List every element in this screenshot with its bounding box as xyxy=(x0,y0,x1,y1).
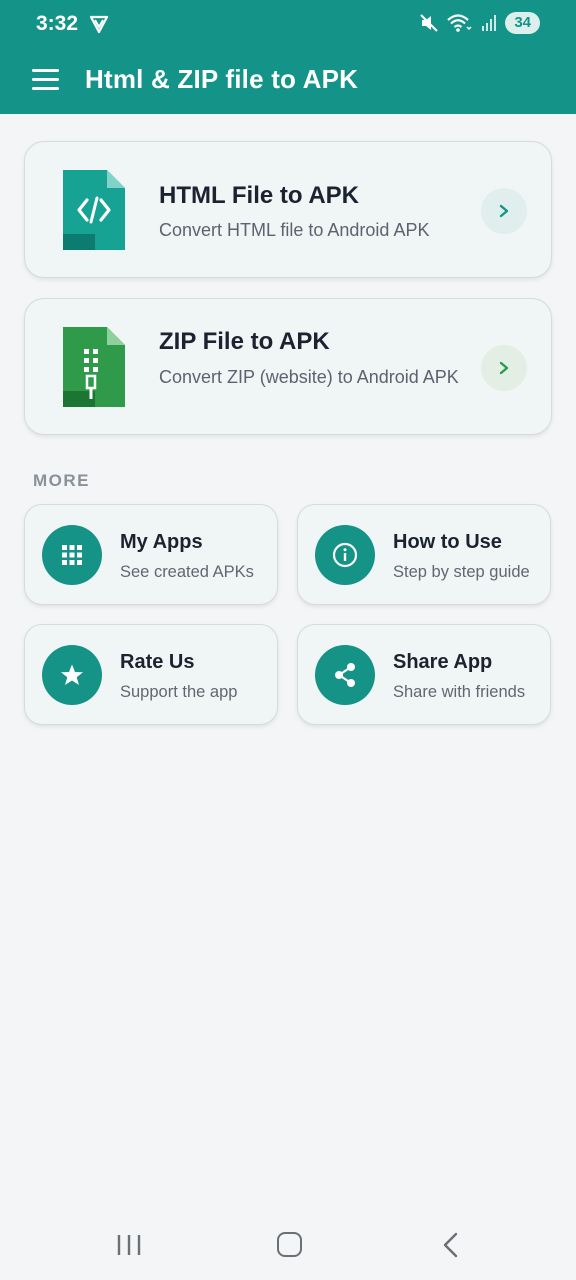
more-section-label: MORE xyxy=(33,471,90,490)
recents-icon[interactable] xyxy=(116,1234,142,1256)
card-subtitle: See created APKs xyxy=(120,563,254,581)
status-icons: 34 xyxy=(419,12,540,34)
back-icon[interactable] xyxy=(440,1232,462,1258)
share-app-card[interactable]: Share App Share with friends xyxy=(297,624,551,725)
home-icon[interactable] xyxy=(277,1232,302,1257)
share-icon xyxy=(315,645,375,705)
system-nav-bar xyxy=(0,1210,576,1280)
status-time: 3:32 xyxy=(36,12,79,35)
app-header: 3:32 34 Html & ZIP file to APK xyxy=(0,0,576,114)
card-subtitle: Convert HTML file to Android APK xyxy=(159,220,430,240)
html-file-icon xyxy=(63,170,125,250)
card-title: How to Use xyxy=(393,531,502,553)
grid-icon xyxy=(42,525,102,585)
menu-icon[interactable] xyxy=(32,69,59,91)
wifi-icon xyxy=(447,14,472,32)
chevron-right-icon xyxy=(499,204,509,218)
html-to-apk-card[interactable]: HTML File to APK Convert HTML file to An… xyxy=(24,141,552,278)
card-title: My Apps xyxy=(120,531,203,553)
app-title: Html & ZIP file to APK xyxy=(85,64,359,94)
rate-us-card[interactable]: Rate Us Support the app xyxy=(24,624,278,725)
info-icon xyxy=(315,525,375,585)
html-card-arrow-button[interactable] xyxy=(481,188,527,234)
chevron-right-icon xyxy=(499,361,509,375)
how-to-use-card[interactable]: How to Use Step by step guide xyxy=(297,504,551,605)
card-title: HTML File to APK xyxy=(159,182,359,209)
signal-icon xyxy=(482,15,497,31)
card-subtitle: Step by step guide xyxy=(393,563,530,581)
mute-icon xyxy=(420,14,439,32)
zip-to-apk-card[interactable]: ZIP File to APK Convert ZIP (website) to… xyxy=(24,298,552,435)
zip-file-icon xyxy=(63,327,125,407)
zip-card-arrow-button[interactable] xyxy=(481,345,527,391)
card-subtitle: Convert ZIP (website) to Android APK xyxy=(159,367,459,387)
star-icon xyxy=(42,645,102,705)
card-title: Rate Us xyxy=(120,651,195,673)
card-subtitle: Support the app xyxy=(120,683,238,701)
card-title: Share App xyxy=(393,651,493,673)
card-subtitle: Share with friends xyxy=(393,683,526,701)
battery-badge: 34 xyxy=(505,12,540,34)
my-apps-card[interactable]: My Apps See created APKs xyxy=(24,504,278,605)
vpn-icon xyxy=(89,15,109,34)
card-title: ZIP File to APK xyxy=(159,328,330,355)
